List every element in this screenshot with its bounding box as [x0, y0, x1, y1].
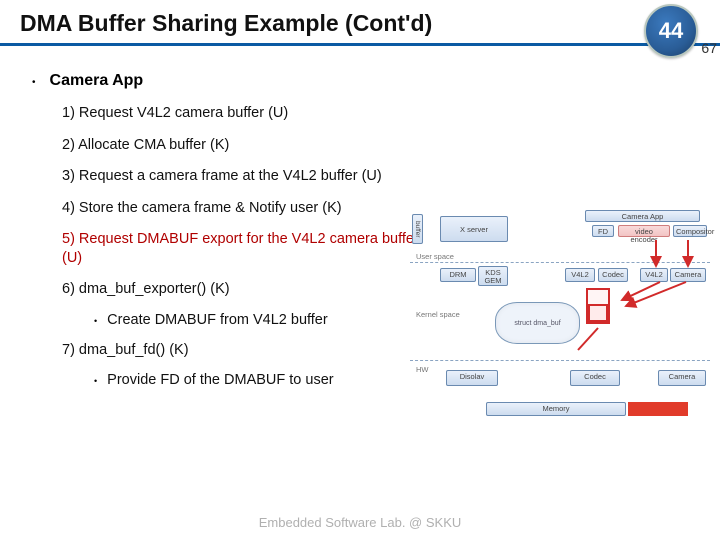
step-7a: Provide FD of the DMABUF to user [107, 372, 333, 388]
step-1: 1) Request V4L2 camera buffer (U) [62, 104, 422, 123]
page-title: DMA Buffer Sharing Example (Cont'd) [20, 10, 700, 37]
page-number: 44 [659, 18, 683, 44]
step-7: 7) dma_buf_fd() (K) [62, 341, 422, 360]
architecture-diagram: buffer X server Camera App FD video enco… [410, 210, 710, 430]
diagram-arrows [410, 210, 710, 430]
bullet-icon: • [94, 316, 97, 326]
step-6: 6) dma_buf_exporter() (K) [62, 280, 422, 299]
step-6a: Create DMABUF from V4L2 buffer [107, 312, 328, 328]
step-5: 5) Request DMABUF export for the V4L2 ca… [62, 230, 422, 267]
step-2: 2) Allocate CMA buffer (K) [62, 136, 422, 155]
section-heading: Camera App [50, 72, 144, 90]
bullet-icon: • [94, 376, 97, 386]
step-4: 4) Store the camera frame & Notify user … [62, 199, 422, 218]
bullet-icon: • [32, 74, 36, 92]
step-3: 3) Request a camera frame at the V4L2 bu… [62, 167, 422, 186]
footer-text: Embedded Software Lab. @ SKKU [0, 515, 720, 530]
